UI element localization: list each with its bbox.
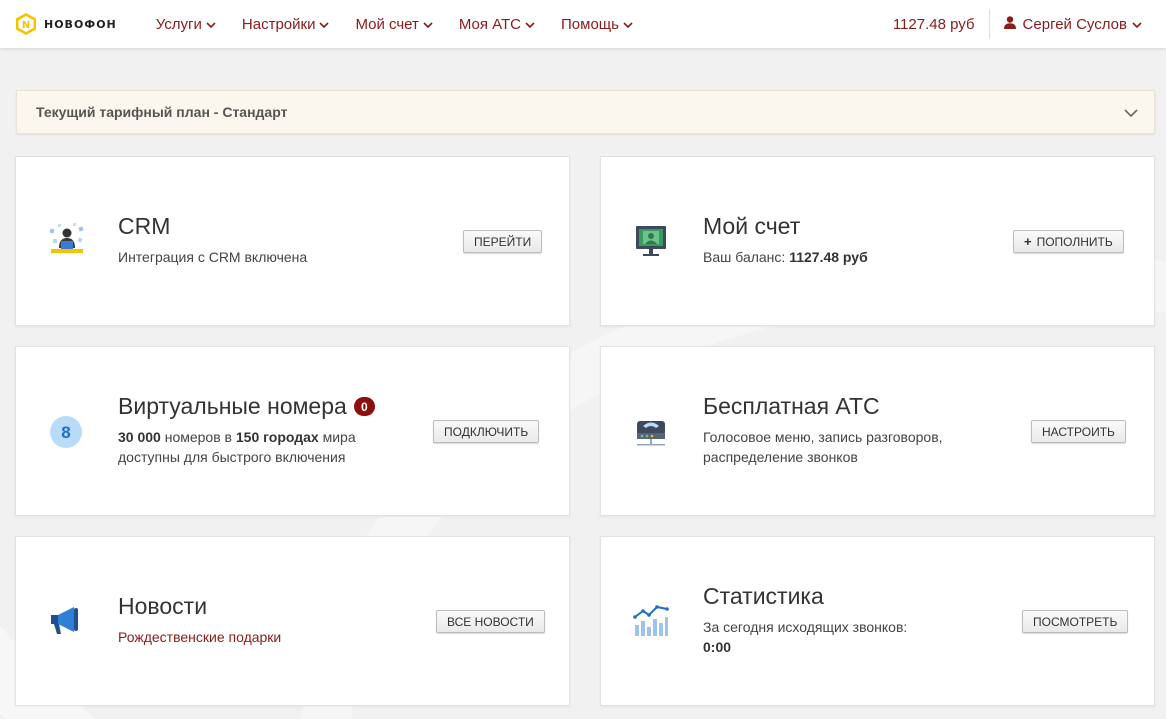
nav-my-account-label: Мой счет [355, 15, 419, 33]
logo[interactable]: N НОВОФОН [14, 12, 117, 36]
top-up-label: ПОПОЛНИТЬ [1036, 234, 1113, 249]
number-icon-value: 8 [61, 423, 70, 442]
view-stats-button[interactable]: ПОСМОТРЕТЬ [1022, 610, 1129, 633]
chevron-down-icon[interactable] [1124, 105, 1138, 123]
card-free-pbx: Бесплатная АТС Голосовое меню, запись ра… [600, 346, 1155, 516]
card-stats-desc: За сегодня исходящих звонков: 0:00 [703, 617, 907, 657]
pbx-desc-line2: распределение звонков [703, 449, 858, 465]
top-navbar: N НОВОФОН Услуги Настройки Мой счет Моя … [0, 0, 1166, 48]
cities-count: 150 городах [235, 429, 319, 445]
balance-prefix: Ваш баланс: [703, 249, 786, 265]
nav-help[interactable]: Помощь [561, 16, 633, 33]
card-numbers-title: Виртуальные номера 0 [118, 393, 375, 420]
news-link[interactable]: Рождественские подарки [118, 627, 281, 647]
card-crm-title: CRM [118, 213, 171, 239]
chevron-down-icon [319, 16, 330, 33]
card-account: Мой счет Ваш баланс: 1127.48 руб + ПОПОЛ… [600, 156, 1155, 326]
chevron-down-icon [423, 16, 433, 33]
megaphone-icon [48, 603, 84, 644]
card-stats-title: Статистика [703, 583, 824, 609]
tariff-plan-bar[interactable]: Текущий тарифный план - Стандарт [16, 90, 1155, 134]
card-account-title: Мой счет [703, 213, 801, 239]
stats-calls-value: 0:00 [703, 639, 732, 655]
card-crm: CRM Интеграция с CRM включена ПЕРЕЙТИ [15, 156, 570, 326]
user-name: Сергей Суслов [1022, 15, 1127, 33]
chevron-down-icon [525, 16, 535, 33]
numbers-desc-tail: мира [322, 429, 356, 445]
logo-text: НОВОФОН [44, 17, 117, 31]
chevron-down-icon [623, 16, 633, 33]
tariff-plan-label: Текущий тарифный план - Стандарт [36, 104, 288, 120]
all-news-button[interactable]: ВСЕ НОВОСТИ [436, 610, 545, 633]
user-menu[interactable]: Сергей Суслов [990, 16, 1166, 33]
stats-desc-line1: За сегодня исходящих звонков: [703, 619, 908, 635]
card-news: Новости Рождественские подарки ВСЕ НОВОС… [15, 536, 570, 706]
nav-settings[interactable]: Настройки [242, 16, 330, 33]
numbers-desc-mid: номеров в [164, 429, 232, 445]
user-icon [1003, 15, 1016, 33]
card-crm-desc: Интеграция с CRM включена [118, 249, 308, 265]
logo-icon: N [14, 12, 38, 36]
configure-button[interactable]: НАСТРОИТЬ [1031, 420, 1126, 443]
card-numbers-title-text: Виртуальные номера [118, 393, 347, 419]
main-nav: Услуги Настройки Мой счет Моя АТС Помощь [143, 16, 646, 33]
chevron-down-icon [206, 16, 216, 33]
numbers-desc-line2: доступны для быстрого включения [118, 449, 346, 465]
chevron-down-icon [1132, 16, 1142, 33]
nav-services-label: Услуги [155, 15, 202, 33]
nav-my-pbx[interactable]: Моя АТС [459, 16, 535, 33]
topbar-right: 1127.48 руб Сергей Суслов [893, 0, 1166, 48]
balance-value: 1127.48 руб [789, 249, 868, 265]
top-up-button[interactable]: + ПОПОЛНИТЬ [1013, 230, 1124, 253]
connect-button[interactable]: ПОДКЛЮЧИТЬ [433, 420, 540, 443]
nav-help-label: Помощь [561, 15, 619, 33]
numbers-count-badge: 0 [353, 397, 375, 416]
nav-my-pbx-label: Моя АТС [458, 15, 522, 33]
svg-text:N: N [22, 20, 30, 31]
card-pbx-desc: Голосовое меню, запись разговоров, распр… [703, 427, 943, 467]
nav-services[interactable]: Услуги [156, 16, 216, 33]
pbx-desc-line1: Голосовое меню, запись разговоров, [703, 429, 943, 445]
card-statistics: Статистика За сегодня исходящих звонков:… [600, 536, 1155, 706]
nav-settings-label: Настройки [241, 15, 316, 33]
card-pbx-title: Бесплатная АТС [703, 393, 880, 419]
numbers-count: 30 000 [118, 429, 161, 445]
monitor-money-icon [633, 223, 669, 264]
crm-go-button[interactable]: ПЕРЕЙТИ [463, 230, 543, 253]
plus-icon: + [1024, 234, 1032, 249]
card-news-title: Новости [118, 593, 208, 619]
chart-icon [633, 603, 669, 644]
crm-icon [48, 223, 86, 264]
nav-my-account[interactable]: Мой счет [355, 15, 433, 33]
card-account-desc: Ваш баланс: 1127.48 руб [703, 247, 868, 267]
card-virtual-numbers: 8 Виртуальные номера 0 30 000 номеров в … [15, 346, 570, 516]
header-balance[interactable]: 1127.48 руб [893, 16, 989, 33]
number-circle-icon: 8 [48, 414, 84, 455]
card-numbers-desc: 30 000 номеров в 150 городах мира доступ… [118, 427, 356, 467]
phone-station-icon [633, 413, 669, 454]
